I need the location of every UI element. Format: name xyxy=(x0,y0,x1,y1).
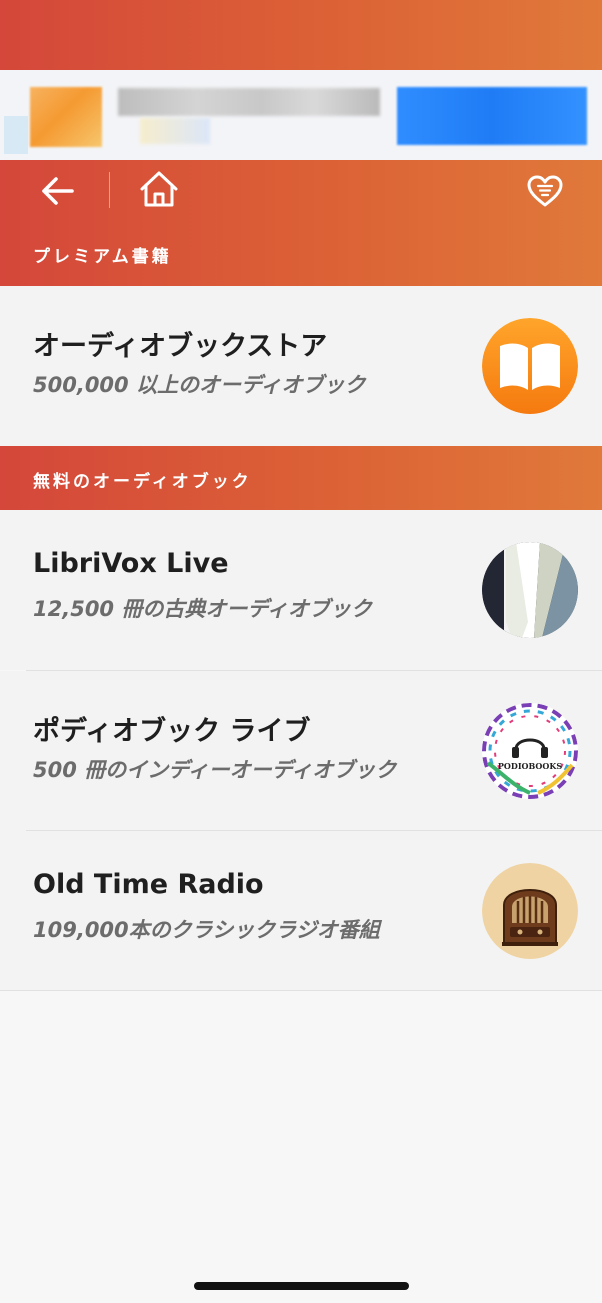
list-item-subtitle: 500,000 以上のオーディオブック xyxy=(33,373,366,397)
nav-divider xyxy=(109,172,110,208)
list-item-librivox[interactable]: LibriVox Live 12,500 冊の古典オーディオブック xyxy=(0,510,602,670)
list-item-title: ポディオブック ライブ xyxy=(33,716,311,747)
list-item-title: Old Time Radio xyxy=(33,869,264,900)
podiobooks-logo-icon: PODIOBOOKS xyxy=(482,703,578,799)
premium-section-label: プレミアム書籍 xyxy=(33,247,172,267)
list-item-subtitle: 12,500 冊の古典オーディオブック xyxy=(33,597,372,621)
open-book-icon xyxy=(482,318,578,414)
header: プレミアム書籍 xyxy=(0,160,602,286)
favorites-button[interactable] xyxy=(522,168,568,214)
list-item-subtitle: 500 冊のインディーオーディオブック xyxy=(33,758,397,782)
ad-cta-button[interactable] xyxy=(397,87,587,145)
list-item-title: LibriVox Live xyxy=(33,548,229,579)
home-button[interactable] xyxy=(136,166,182,212)
free-section-label: 無料のオーディオブック xyxy=(33,472,252,492)
librivox-logo-icon xyxy=(482,542,578,638)
ad-logo xyxy=(30,87,102,147)
list-item-subtitle: 109,000本のクラシックラジオ番組 xyxy=(33,918,380,942)
home-indicator[interactable] xyxy=(194,1282,409,1290)
list-item-title: オーディオブックストア xyxy=(33,331,328,362)
back-button[interactable] xyxy=(36,170,78,212)
list-item-podiobooks[interactable]: ポディオブック ライブ 500 冊のインディーオーディオブック PODIOBOO… xyxy=(0,671,602,831)
house-icon xyxy=(140,171,178,207)
status-bar xyxy=(0,0,602,70)
free-section-band: 無料のオーディオブック xyxy=(0,446,602,510)
list-bottom-rule xyxy=(0,990,602,991)
vintage-radio-icon xyxy=(482,863,578,959)
ad-subtext-blurred xyxy=(140,118,210,144)
ad-banner[interactable] xyxy=(0,70,602,160)
list-item-old-time-radio[interactable]: Old Time Radio 109,000本のクラシックラジオ番組 xyxy=(0,831,602,991)
list-item-audiobook-store[interactable]: オーディオブックストア 500,000 以上のオーディオブック xyxy=(0,286,602,446)
podiobooks-logo-text: PODIOBOOKS xyxy=(498,761,562,771)
heart-list-icon xyxy=(527,175,563,207)
arrow-left-icon xyxy=(42,177,74,205)
ad-logo-mark xyxy=(4,116,28,154)
ad-text-blurred xyxy=(118,88,380,116)
